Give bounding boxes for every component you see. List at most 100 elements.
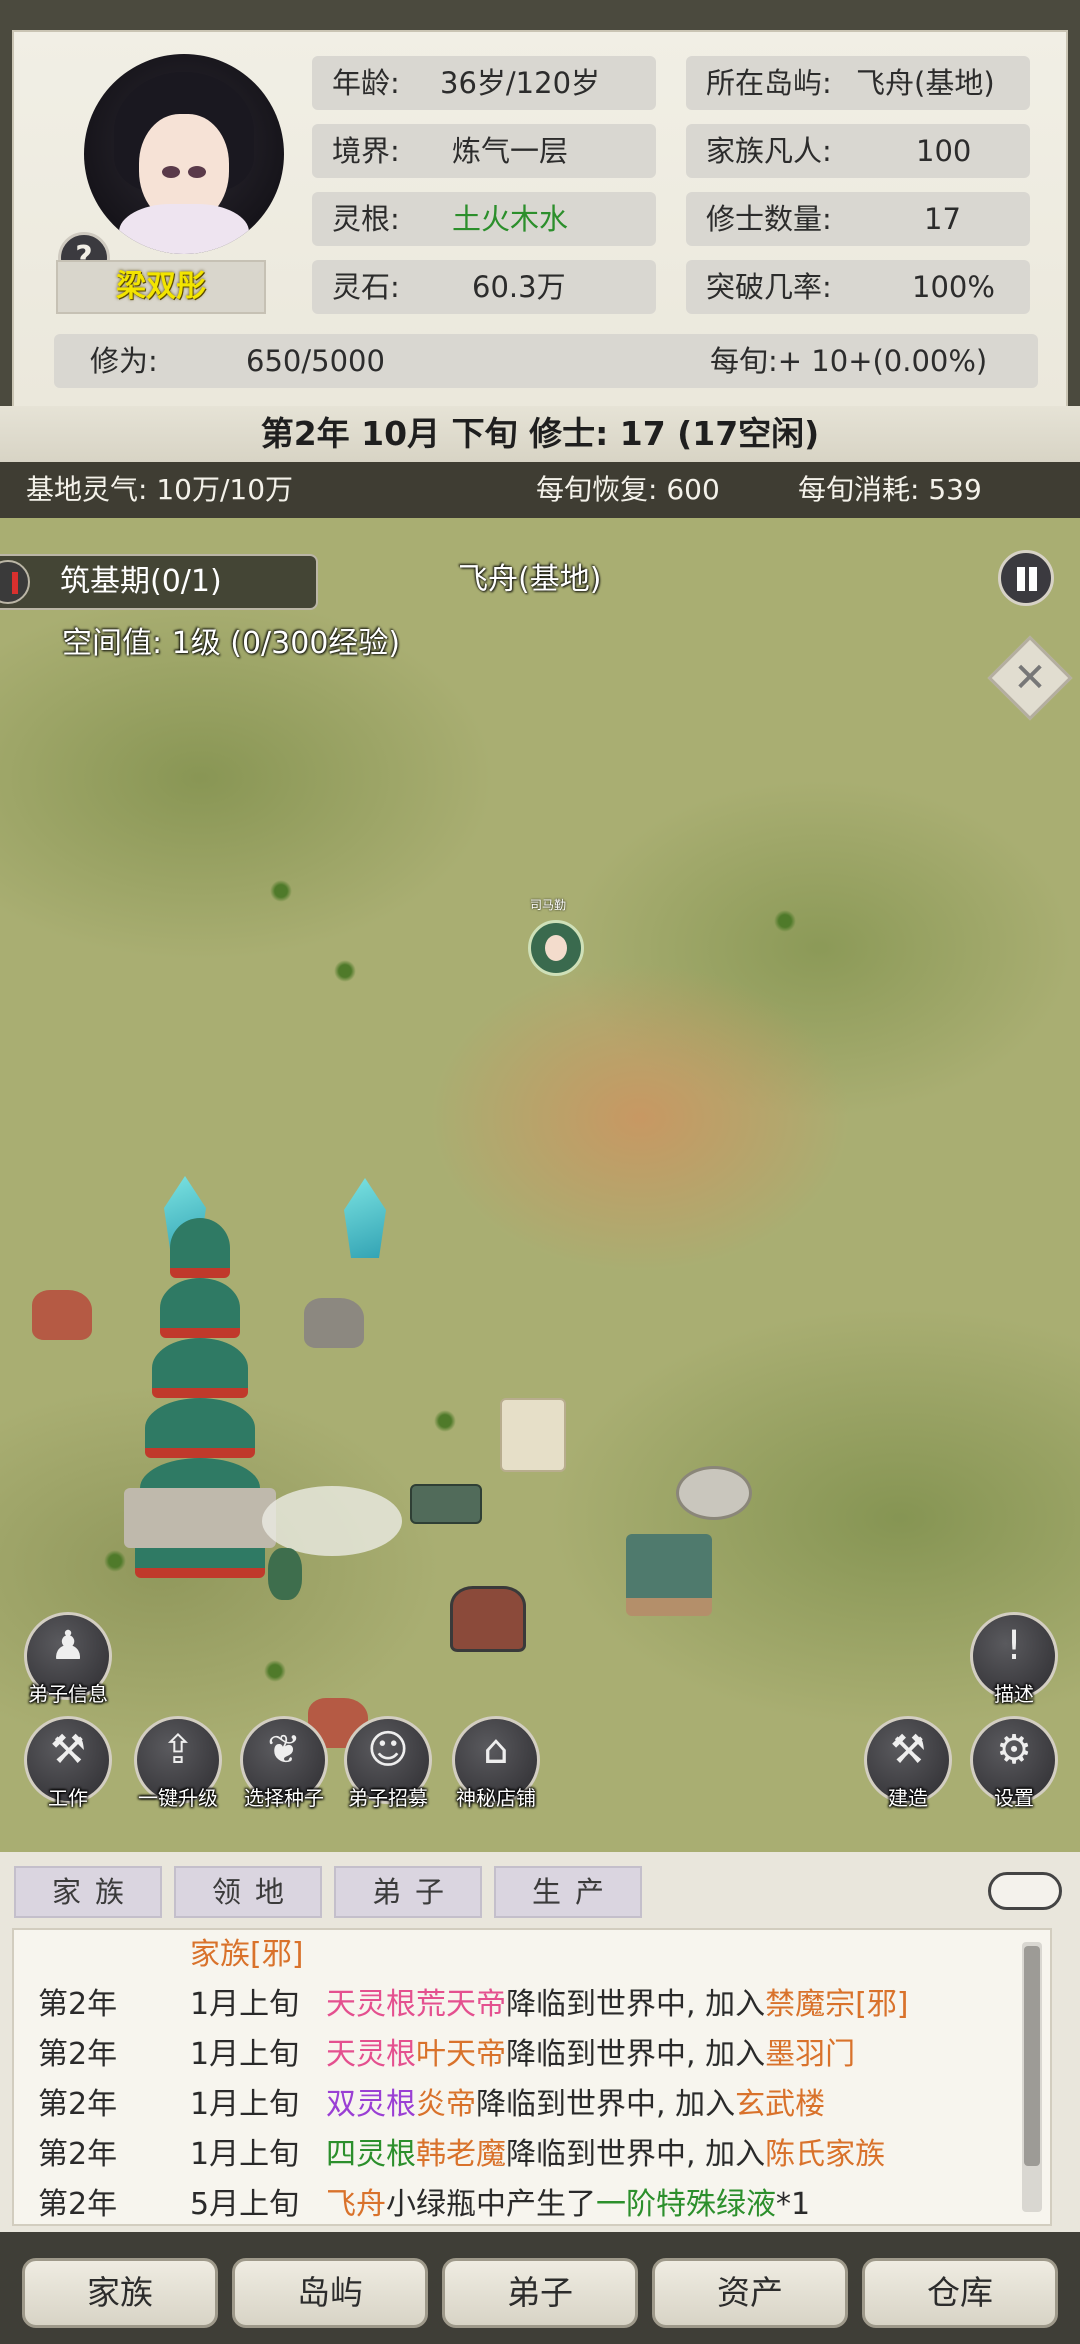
npc-cultivator[interactable] bbox=[528, 920, 584, 976]
cultivation-per-turn: 每旬:+ 10+(0.00%) bbox=[710, 344, 988, 378]
cloud-menu-icon[interactable] bbox=[984, 1866, 1062, 1910]
log-row: 第2年 1月上旬 天灵根叶天帝降临到世界中, 加入墨羽门 bbox=[14, 2030, 1024, 2080]
choose-seed-label: 选择种子 bbox=[244, 1786, 324, 1810]
grass-tuft bbox=[430, 1408, 460, 1432]
cultivation-bar: 修为: 650/5000 每旬:+ 10+(0.00%) bbox=[54, 334, 1038, 388]
scroll-thumb[interactable] bbox=[1024, 1946, 1040, 2166]
stone-rock[interactable] bbox=[304, 1298, 364, 1348]
log-panel: 家族 领地 弟子 生产 家族[邪] 第2年 1月上旬 天灵根荒天帝降临到世界中, 加… bbox=[0, 1852, 1080, 2232]
gear-icon: ⚙ bbox=[996, 1727, 1032, 1773]
stat-breakthrough-label: 突破几率: bbox=[706, 270, 832, 304]
island-name: 飞舟(基地) bbox=[458, 562, 602, 597]
nav-assets[interactable]: 资产 bbox=[652, 2258, 848, 2328]
incense-altar[interactable] bbox=[500, 1398, 566, 1472]
log-time: 1月上旬 bbox=[190, 2037, 300, 2072]
log-message: 天灵根荒天帝降临到世界中, 加入禁魔宗[邪] bbox=[326, 1980, 909, 2030]
stat-age-label: 年龄: bbox=[332, 66, 400, 100]
per-turn-recover: 每旬恢复: 600 bbox=[536, 473, 720, 506]
log-fragment: 降临到世界中, 加入 bbox=[506, 2037, 766, 2072]
log-fragment: 降临到世界中, 加入 bbox=[506, 2137, 766, 2172]
character-panel: ? 梁双彤 年龄: 36岁/120岁 境界: 炼气一层 灵根: 土火木水 灵石:… bbox=[12, 30, 1068, 410]
stat-island-label: 所在岛屿: bbox=[706, 66, 832, 100]
stat-realm: 境界: 炼气一层 bbox=[312, 124, 656, 178]
log-year: 第2年 bbox=[38, 2187, 118, 2222]
log-fragment: 炎帝 bbox=[416, 2087, 476, 2122]
log-row: 第2年 1月上旬 四灵根韩老魔降临到世界中, 加入陈氏家族 bbox=[14, 2130, 1024, 2180]
nav-warehouse[interactable]: 仓库 bbox=[862, 2258, 1058, 2328]
pagoda-tier bbox=[145, 1398, 255, 1458]
log-fragment: 一阶特殊绿液 bbox=[596, 2187, 776, 2222]
tab-family[interactable]: 家族 bbox=[14, 1866, 162, 1918]
describe-label: 描述 bbox=[994, 1682, 1034, 1706]
bottom-nav: 家族 岛屿 弟子 资产 仓库 bbox=[0, 2232, 1080, 2344]
cultivation-label: 修为: bbox=[90, 344, 158, 378]
pause-icon[interactable] bbox=[998, 550, 1054, 606]
log-time: 1月上旬 bbox=[190, 2137, 300, 2172]
nav-island[interactable]: 岛屿 bbox=[232, 2258, 428, 2328]
log-message: 飞舟小绿瓶中产生了一阶特殊绿液*1 bbox=[326, 2180, 811, 2224]
log-time: 1月上旬 bbox=[190, 1987, 300, 2022]
close-icon[interactable]: ✕ bbox=[987, 635, 1073, 721]
nav-family[interactable]: 家族 bbox=[22, 2258, 218, 2328]
base-map[interactable]: 筑基期(0/1) 空间值: 1级 (0/300经验) 飞舟(基地) ✕ 司马勤 … bbox=[0, 518, 1080, 1852]
stat-realm-value: 炼气一层 bbox=[452, 134, 569, 168]
log-year: 第2年 bbox=[38, 1987, 118, 2022]
stat-cultivators-label: 修士数量: bbox=[706, 202, 832, 236]
cultivation-value: 650/5000 bbox=[246, 344, 385, 378]
disciple-info-label: 弟子信息 bbox=[28, 1682, 108, 1706]
close-glyph: ✕ bbox=[1013, 655, 1047, 701]
red-ore-rock[interactable] bbox=[32, 1290, 92, 1340]
upgrade-icon: ⇪ bbox=[161, 1727, 195, 1773]
teleport-array[interactable] bbox=[676, 1466, 752, 1520]
stage-chip[interactable]: 筑基期(0/1) bbox=[0, 554, 318, 610]
per-turn-consume: 每旬消耗: 539 bbox=[798, 473, 982, 506]
pagoda-tier bbox=[170, 1218, 230, 1278]
character-avatar[interactable] bbox=[84, 54, 284, 254]
log-fragment: *1 bbox=[776, 2187, 811, 2222]
stage-chip-label: 筑基期(0/1) bbox=[60, 564, 222, 599]
log-message: 天灵根叶天帝降临到世界中, 加入墨羽门 bbox=[326, 2030, 855, 2080]
person-icon: ♟ bbox=[50, 1623, 86, 1669]
log-fragment: 禁魔宗[邪] bbox=[765, 1987, 909, 2022]
tab-territory[interactable]: 领地 bbox=[174, 1866, 322, 1918]
date-status: 第2年 10月 下旬 修士: 17 (17空闲) bbox=[0, 406, 1080, 462]
log-fragment: 玄武楼 bbox=[735, 2087, 826, 2122]
stat-breakthrough: 突破几率: 100% bbox=[686, 260, 1030, 314]
hammer-icon: ⚒ bbox=[890, 1727, 926, 1773]
log-fragment: 小绿瓶中产生了 bbox=[386, 2187, 596, 2222]
tab-disciples[interactable]: 弟子 bbox=[334, 1866, 482, 1918]
log-message: 四灵根韩老魔降临到世界中, 加入陈氏家族 bbox=[326, 2130, 885, 2180]
log-fragment: 双灵根 bbox=[326, 2087, 416, 2122]
log-header-row: 家族[邪] bbox=[14, 1930, 1024, 1980]
log-fragment: 天灵根 bbox=[326, 1987, 416, 2022]
stat-spirit-stone-value: 60.3万 bbox=[472, 270, 566, 304]
pagoda-tier bbox=[152, 1338, 248, 1398]
log-fragment: 荒天帝 bbox=[416, 1987, 506, 2022]
spirit-crystal[interactable] bbox=[344, 1178, 386, 1258]
stat-mortals-value: 100 bbox=[916, 134, 972, 168]
tab-production[interactable]: 生产 bbox=[494, 1866, 642, 1918]
resource-bar: 基地灵气: 10万/10万 每旬恢复: 600 每旬消耗: 539 bbox=[0, 462, 1080, 518]
stat-island: 所在岛屿: 飞舟(基地) bbox=[686, 56, 1030, 110]
jade-chest[interactable] bbox=[410, 1484, 482, 1524]
grass-tuft bbox=[770, 908, 800, 932]
disciple-recruit-label: 弟子招募 bbox=[348, 1786, 428, 1810]
stat-spirit-stone-label: 灵石: bbox=[332, 270, 400, 304]
nav-disciples[interactable]: 弟子 bbox=[442, 2258, 638, 2328]
one-click-upgrade-label: 一键升级 bbox=[138, 1786, 218, 1810]
seed-icon: ❦ bbox=[267, 1727, 301, 1773]
log-year: 第2年 bbox=[38, 2087, 118, 2122]
log-fragment: 降临到世界中, 加入 bbox=[476, 2087, 736, 2122]
grass-tuft bbox=[100, 1548, 130, 1572]
event-log[interactable]: 家族[邪] 第2年 1月上旬 天灵根荒天帝降临到世界中, 加入禁魔宗[邪] 第2年 1月… bbox=[12, 1928, 1052, 2226]
build-label: 建造 bbox=[888, 1786, 928, 1810]
recruit-icon: ☺ bbox=[367, 1727, 409, 1773]
log-fragment: 飞舟 bbox=[326, 2187, 386, 2222]
alchemy-furnace[interactable] bbox=[450, 1586, 526, 1652]
cloud-decoration bbox=[262, 1486, 402, 1556]
log-scrollbar[interactable] bbox=[1022, 1942, 1042, 2212]
hall-building[interactable] bbox=[626, 1534, 712, 1616]
green-bottle[interactable] bbox=[268, 1548, 302, 1600]
avatar-eye-left bbox=[162, 166, 180, 178]
work-label: 工作 bbox=[48, 1786, 88, 1810]
